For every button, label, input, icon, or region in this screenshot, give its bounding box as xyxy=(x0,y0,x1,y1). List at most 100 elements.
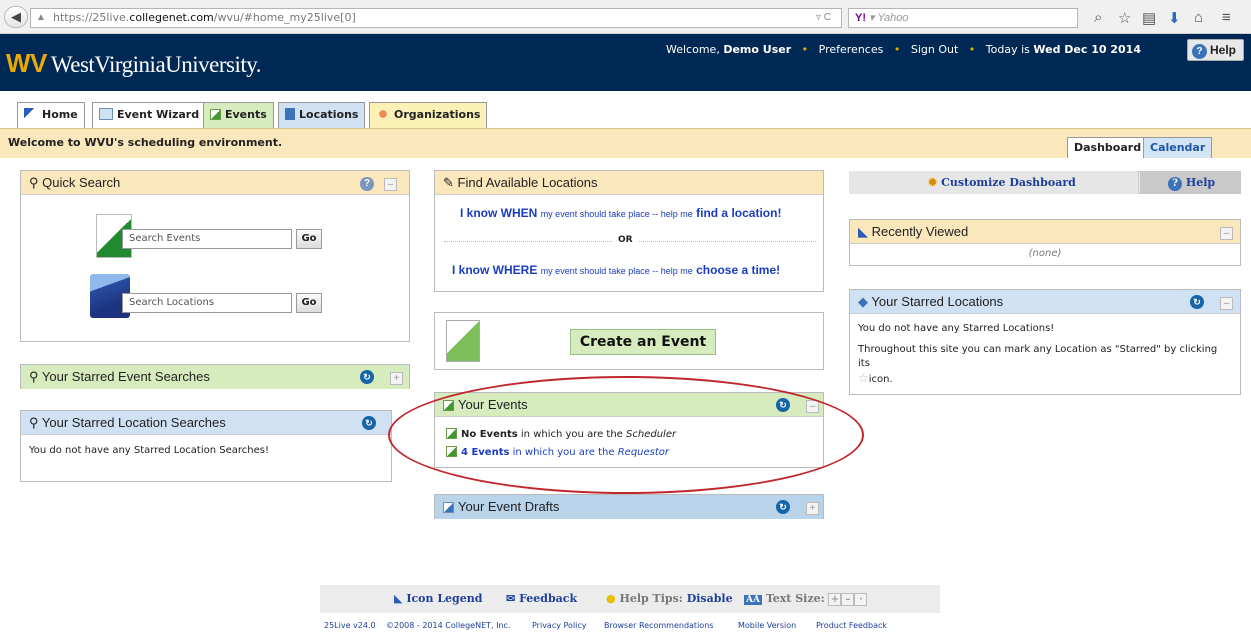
wvu-logo-mark: WV xyxy=(6,48,47,78)
help-icon: ? xyxy=(1168,177,1182,191)
event-drafts-refresh-icon[interactable]: ↻ xyxy=(776,499,790,514)
magnifier-icon: ⚲ xyxy=(29,369,39,384)
url-domain: collegenet.com xyxy=(129,11,214,24)
separator-dot: • xyxy=(968,43,976,56)
starred-location-searches-title: Your Starred Location Searches xyxy=(41,415,226,430)
dashboard-help-button[interactable]: ? Help xyxy=(1168,176,1215,191)
tab-calendar-view[interactable]: Calendar xyxy=(1143,137,1213,158)
text-size-reset-button[interactable]: · xyxy=(854,593,868,606)
tab-events[interactable]: Events xyxy=(203,102,274,128)
starred-event-searches-expand-icon[interactable]: + xyxy=(390,370,403,385)
when-small-text: my event should take place -- help me xyxy=(540,209,693,219)
create-event-button[interactable]: Create an Event xyxy=(570,329,716,355)
browser-search-input[interactable]: Y! ▾ Yahoo xyxy=(848,8,1078,28)
starred-locations-refresh-icon[interactable]: ↻ xyxy=(1190,294,1204,309)
event-drafts-header[interactable]: Your Event Drafts xyxy=(435,495,823,519)
recently-viewed-empty: (none) xyxy=(1028,248,1062,259)
search-locations-go-button[interactable]: Go xyxy=(296,293,322,313)
starred-location-searches-message: You do not have any Starred Location Sea… xyxy=(29,445,269,456)
bookmark-star-icon[interactable]: ☆ xyxy=(1118,9,1131,27)
when-big-text: I know WHEN xyxy=(460,206,538,220)
starred-event-searches-header[interactable]: ⚲ Your Starred Event Searches xyxy=(21,365,409,389)
event-drafts-panel: Your Event Drafts xyxy=(434,494,824,519)
reload-icon[interactable]: ▿ C xyxy=(816,12,831,23)
starred-event-searches-refresh-icon[interactable]: ↻ xyxy=(360,369,374,384)
recently-viewed-minimize-icon[interactable]: – xyxy=(1220,225,1233,240)
search-engine-label: Yahoo xyxy=(877,12,909,24)
recent-icon: ◣ xyxy=(858,224,868,239)
starred-locations-msg2: Throughout this site you can mark any Lo… xyxy=(858,344,1218,369)
search-events-go-button[interactable]: Go xyxy=(296,229,322,249)
tab-locations-label: Locations xyxy=(299,108,359,121)
quick-search-minimize-icon[interactable]: – xyxy=(384,176,397,191)
starred-locations-header: ◆ Your Starred Locations xyxy=(850,290,1240,314)
tab-event-wizard[interactable]: Event Wizard xyxy=(92,102,207,128)
quick-search-help-icon[interactable]: ? xyxy=(360,175,374,191)
url-bar[interactable]: https://25live.collegenet.com/wvu/#home_… xyxy=(30,8,842,28)
product-feedback-link[interactable]: Product Feedback xyxy=(816,621,887,630)
lightbulb-icon: ● xyxy=(606,592,616,605)
search-magnifier-icon[interactable]: ⌕ xyxy=(1094,9,1102,26)
text-size-decrease-button[interactable]: – xyxy=(841,593,855,606)
feedback-label: Feedback xyxy=(519,592,578,605)
text-size-control: AA Text Size: + – · xyxy=(744,592,868,606)
quick-search-title: Quick Search xyxy=(42,175,121,190)
separator-dot: • xyxy=(801,43,809,56)
annotation-oval xyxy=(388,376,864,494)
browser-recommendations-link[interactable]: Browser Recommendations xyxy=(604,621,713,630)
tab-locations[interactable]: Locations xyxy=(278,102,366,128)
help-tips-label: Help Tips: xyxy=(619,592,683,605)
home-tab-icon xyxy=(24,108,38,120)
help-tips-disable-link[interactable]: Disable xyxy=(687,592,733,605)
find-location-link[interactable]: I know WHEN my event should take place -… xyxy=(460,206,781,220)
tab-home[interactable]: Home xyxy=(17,102,85,128)
feedback-link[interactable]: ✉ Feedback xyxy=(506,592,577,605)
find-locations-header: ✎ Find Available Locations xyxy=(435,171,823,195)
or-label: OR xyxy=(612,235,639,245)
pencil-icon: ✎ xyxy=(443,175,454,190)
event-icon xyxy=(210,109,221,120)
lock-icon: ▲ xyxy=(36,12,46,23)
event-drafts-expand-icon[interactable]: + xyxy=(806,500,819,515)
where-big-text: I know WHERE xyxy=(452,263,538,277)
gear-icon: ✹ xyxy=(928,176,938,189)
welcome-message: Welcome to WVU's scheduling environment. xyxy=(8,136,283,149)
mobile-version-link[interactable]: Mobile Version xyxy=(738,621,796,630)
tab-events-label: Events xyxy=(225,108,267,121)
sign-out-link[interactable]: Sign Out xyxy=(911,43,958,56)
search-locations-input[interactable]: Search Locations xyxy=(122,293,292,313)
organizations-icon xyxy=(376,108,390,120)
url-prefix: https://25live. xyxy=(53,11,130,24)
home-icon[interactable]: ⌂ xyxy=(1194,9,1203,26)
wvu-logo[interactable]: WV WestVirginiaUniversity. xyxy=(6,48,262,79)
pencil-icon xyxy=(99,108,113,120)
icon-legend-link[interactable]: ◣ Icon Legend xyxy=(394,592,482,605)
tab-event-wizard-label: Event Wizard xyxy=(117,108,200,121)
menu-icon[interactable]: ≡ xyxy=(1222,9,1231,26)
header-help-button[interactable]: ? Help xyxy=(1187,39,1244,61)
star-outline-icon: ☆ xyxy=(858,371,869,385)
starred-location-searches-refresh-icon[interactable]: ↻ xyxy=(362,415,376,430)
back-button[interactable]: ◀ xyxy=(4,6,28,28)
starred-locations-msg1: You do not have any Starred Locations! xyxy=(858,323,1055,334)
download-icon[interactable]: ⬇ xyxy=(1168,9,1181,27)
search-events-input[interactable]: Search Events xyxy=(122,229,292,249)
choose-time-link[interactable]: I know WHERE my event should take place … xyxy=(452,263,780,277)
today-date: Wed Dec 10 2014 xyxy=(1033,43,1141,56)
header-links: Welcome, Demo User • Preferences • Sign … xyxy=(666,43,1141,56)
text-size-label: Text Size: xyxy=(765,592,825,605)
reading-list-icon[interactable]: ▤ xyxy=(1142,9,1156,27)
starred-locations-minimize-icon[interactable]: – xyxy=(1220,295,1233,310)
privacy-policy-link[interactable]: Privacy Policy xyxy=(532,621,587,630)
starred-event-searches-panel: ⚲ Your Starred Event Searches xyxy=(20,364,410,389)
text-size-increase-button[interactable]: + xyxy=(828,593,842,606)
preferences-link[interactable]: Preferences xyxy=(819,43,884,56)
tab-dashboard-view[interactable]: Dashboard xyxy=(1067,137,1149,158)
yahoo-logo-icon: Y! xyxy=(855,12,866,24)
where-small-text: my event should take place -- help me xyxy=(540,266,693,276)
tab-organizations[interactable]: Organizations xyxy=(369,102,488,128)
find-locations-title: Find Available Locations xyxy=(457,175,598,190)
welcome-prefix: Welcome, xyxy=(666,43,720,56)
customize-dashboard-button[interactable]: ✹ Customize Dashboard xyxy=(928,176,1076,189)
customize-dashboard-label: Customize Dashboard xyxy=(941,176,1076,189)
